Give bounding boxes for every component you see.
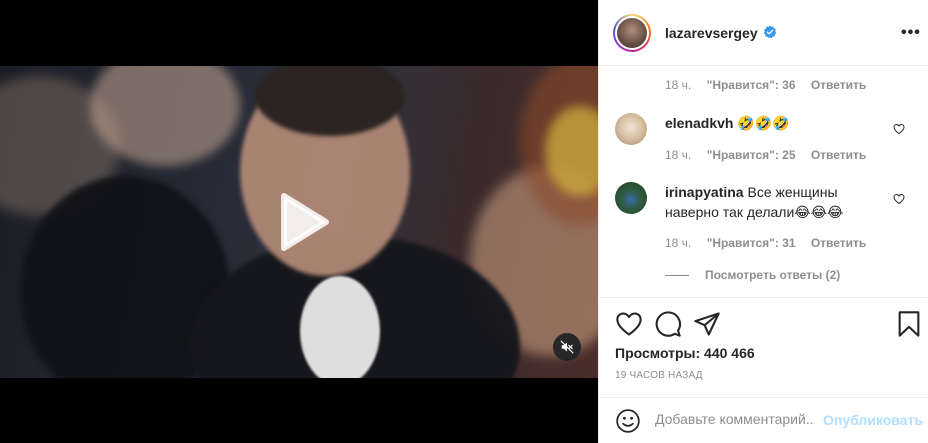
heart-icon[interactable]: [615, 310, 643, 338]
mute-icon: [560, 340, 574, 354]
avatar[interactable]: [613, 14, 651, 52]
divider: [665, 275, 689, 277]
post-actions: Просмотры: 440 466 19 часов назад: [599, 297, 928, 397]
comment-username[interactable]: irinapyatina: [665, 184, 744, 200]
play-icon[interactable]: [264, 186, 336, 258]
comment-body: elenadkvh 🤣🤣🤣: [665, 113, 790, 133]
comment-time[interactable]: 18 ч.: [665, 236, 691, 250]
comment-meta: 18 ч. "Нравится": 25 Ответить: [665, 148, 878, 162]
comment-meta: 18 ч. "Нравится": 36 Ответить: [665, 78, 878, 92]
heart-icon[interactable]: [893, 123, 905, 135]
view-replies-button[interactable]: Посмотреть ответы (2): [665, 268, 840, 282]
mute-button[interactable]: [553, 333, 581, 361]
comment-likes[interactable]: "Нравится": 36: [707, 78, 796, 92]
comment-icon[interactable]: [654, 310, 682, 338]
reply-button[interactable]: Ответить: [811, 148, 866, 162]
comment-text: 🤣🤣🤣: [737, 115, 790, 131]
comment-likes[interactable]: "Нравится": 25: [707, 148, 796, 162]
emoji-icon[interactable]: [615, 408, 641, 434]
share-icon[interactable]: [693, 310, 721, 338]
comments-list[interactable]: 18 ч. "Нравится": 36 Ответить elenadkvh …: [599, 67, 928, 297]
post-panel: lazarevsergey ••• 18 ч. "Нравится": 36 О…: [598, 0, 928, 443]
comment-input[interactable]: [655, 411, 815, 427]
comment-text: Все женщины: [747, 184, 838, 200]
views-count[interactable]: Просмотры: 440 466: [615, 345, 755, 361]
comment-time[interactable]: 18 ч.: [665, 148, 691, 162]
comment-likes[interactable]: "Нравится": 31: [707, 236, 796, 250]
reply-button[interactable]: Ответить: [811, 236, 866, 250]
video-player[interactable]: [0, 0, 598, 443]
post-timestamp[interactable]: 19 часов назад: [615, 370, 703, 381]
comment-avatar[interactable]: [615, 113, 647, 145]
comment-text-cont: наверно так делали😂😂😂: [665, 204, 844, 220]
add-comment-bar: Опубликовать: [599, 397, 928, 443]
more-icon[interactable]: •••: [901, 25, 921, 41]
post-header: lazarevsergey •••: [599, 0, 928, 66]
comment-meta: 18 ч. "Нравится": 31 Ответить: [665, 236, 878, 250]
publish-button[interactable]: Опубликовать: [823, 412, 923, 428]
post-username[interactable]: lazarevsergey: [665, 25, 758, 41]
comment-username[interactable]: elenadkvh: [665, 115, 733, 131]
comment-body: irinapyatina Все женщины наверно так дел…: [665, 182, 885, 222]
verified-icon: [763, 25, 777, 39]
reply-button[interactable]: Ответить: [811, 78, 866, 92]
bookmark-icon[interactable]: [895, 310, 923, 338]
view-replies-label: Посмотреть ответы (2): [705, 268, 841, 282]
heart-icon[interactable]: [893, 193, 905, 205]
comment-time[interactable]: 18 ч.: [665, 78, 691, 92]
comment-avatar[interactable]: [615, 182, 647, 214]
